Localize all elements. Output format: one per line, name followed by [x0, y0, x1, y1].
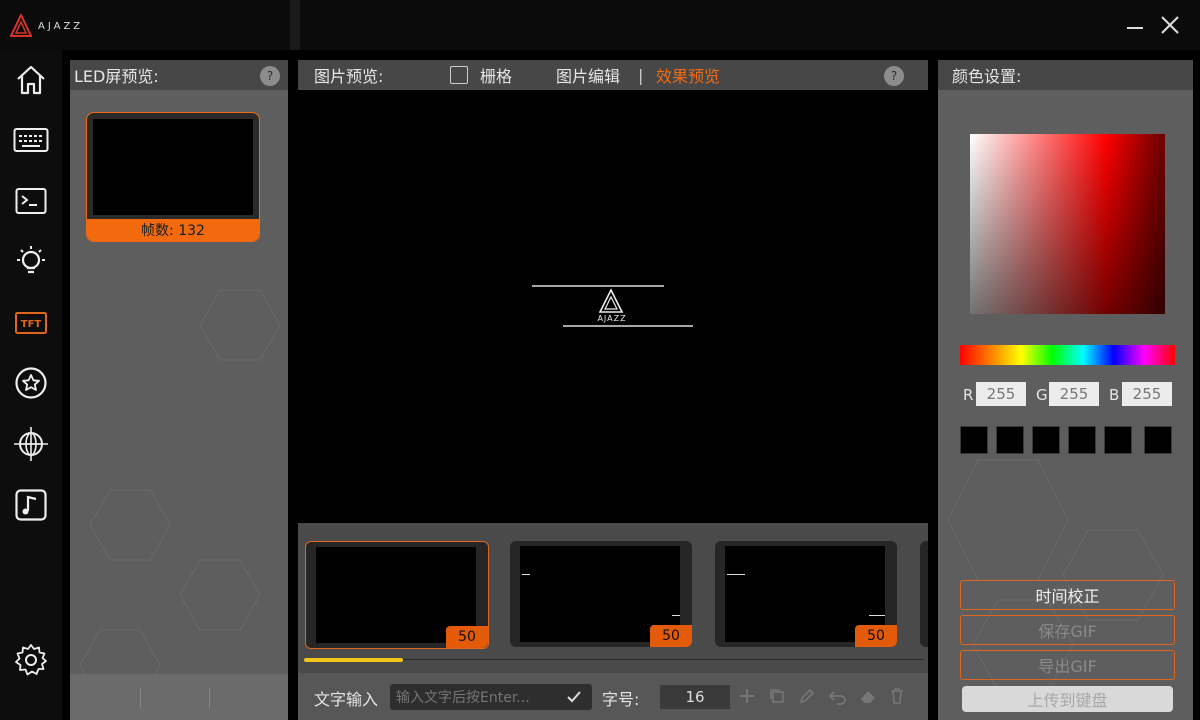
- tab-divider: |: [638, 65, 644, 85]
- sidebar: TFT: [0, 50, 62, 720]
- sidebar-item-favorites[interactable]: [11, 363, 51, 403]
- image-help-button[interactable]: ?: [884, 66, 904, 86]
- image-preview-canvas[interactable]: AJAZZ: [298, 90, 928, 523]
- led-panel-footer: [70, 674, 288, 720]
- music-icon: [15, 489, 47, 521]
- frame-count-label: 帧数: 132: [87, 219, 259, 241]
- upload-to-keyboard-button[interactable]: 上传到键盘: [962, 686, 1173, 712]
- frame-thumbnail[interactable]: 50: [510, 541, 692, 647]
- color-panel-title: 颜色设置:: [952, 67, 1022, 86]
- close-icon: [1161, 16, 1179, 34]
- font-size-label: 字号:: [602, 690, 640, 709]
- add-icon[interactable]: [738, 687, 756, 705]
- lightbulb-icon: [17, 246, 45, 274]
- color-settings-panel: 颜色设置: R 255 G 255 B 255 时间校正 保存GIF 导出GIF…: [938, 60, 1193, 720]
- ajazz-logo-icon: [10, 14, 32, 37]
- footer-divider: [140, 688, 141, 708]
- home-icon: [17, 65, 45, 95]
- frame-delay-badge: 50: [446, 626, 488, 648]
- preview-logo-graphic: [532, 285, 693, 327]
- color-swatch[interactable]: [1068, 426, 1096, 454]
- font-size-input[interactable]: 16: [660, 685, 730, 709]
- minimize-button[interactable]: [1120, 10, 1150, 40]
- sidebar-item-network[interactable]: [11, 424, 51, 464]
- led-help-button[interactable]: ?: [260, 66, 280, 86]
- star-circle-icon: [15, 367, 47, 399]
- undo-icon[interactable]: [828, 687, 848, 705]
- hue-slider[interactable]: [960, 345, 1175, 365]
- g-label: G: [1036, 386, 1048, 404]
- sidebar-item-terminal[interactable]: [11, 181, 51, 221]
- sidebar-item-lighting[interactable]: [11, 242, 51, 282]
- keyboard-icon: [13, 128, 49, 152]
- settings-button[interactable]: [11, 640, 51, 680]
- grid-checkbox-label[interactable]: 栅格: [480, 63, 512, 87]
- pencil-icon[interactable]: [798, 687, 816, 705]
- led-panel-title: LED屏预览:: [74, 67, 159, 86]
- app-logo: AJAZZ: [10, 14, 83, 38]
- save-gif-button[interactable]: 保存GIF: [960, 615, 1175, 645]
- tab-effect-preview[interactable]: 效果预览: [656, 63, 720, 87]
- led-panel-header: LED屏预览:: [70, 60, 288, 90]
- time-calibration-button[interactable]: 时间校正: [960, 580, 1175, 610]
- text-input-label: 文字输入: [314, 690, 379, 709]
- color-swatch[interactable]: [1104, 426, 1132, 454]
- title-bar-divider: [290, 0, 300, 50]
- sidebar-item-tft[interactable]: TFT: [11, 303, 51, 343]
- color-swatch[interactable]: [1032, 426, 1060, 454]
- text-input-bar: 文字输入 字号: 16: [298, 673, 928, 720]
- copy-icon[interactable]: [768, 687, 786, 705]
- led-preview-panel: LED屏预览: ? 帧数: 132: [70, 60, 288, 720]
- color-swatch[interactable]: [960, 426, 988, 454]
- frame-delay-badge: 50: [855, 625, 897, 647]
- sidebar-item-home[interactable]: [11, 60, 51, 100]
- tft-icon-label: TFT: [21, 319, 42, 330]
- frame-thumbnail-strip: 50 50 50: [298, 523, 928, 673]
- frame-thumbnail[interactable]: 50: [715, 541, 897, 647]
- tab-image-edit[interactable]: 图片编辑: [556, 63, 620, 87]
- r-label: R: [963, 386, 974, 404]
- preview-logo-text: AJAZZ: [597, 314, 627, 323]
- led-frame-screen: [93, 119, 253, 215]
- frame-thumbnail-partial[interactable]: [920, 541, 928, 647]
- confirm-check-icon[interactable]: [566, 689, 582, 705]
- app-logo-text: AJAZZ: [38, 20, 84, 32]
- g-input[interactable]: 255: [1049, 382, 1099, 406]
- frame-thumbnail[interactable]: 50: [305, 541, 489, 649]
- sidebar-item-music[interactable]: [11, 485, 51, 525]
- export-gif-button[interactable]: 导出GIF: [960, 650, 1175, 680]
- close-button[interactable]: [1155, 10, 1185, 40]
- color-swatch[interactable]: [1144, 426, 1172, 454]
- image-panel-header: 图片预览: 栅格 图片编辑 | 效果预览: [298, 60, 928, 90]
- b-label: B: [1109, 386, 1120, 404]
- globe-icon: [14, 427, 48, 461]
- led-frame-card[interactable]: 帧数: 132: [86, 112, 260, 242]
- frame-delay-badge: 50: [650, 625, 692, 647]
- image-panel-title: 图片预览:: [314, 67, 384, 86]
- terminal-icon: [15, 188, 47, 214]
- text-input-field[interactable]: [394, 686, 558, 710]
- r-input[interactable]: 255: [976, 382, 1026, 406]
- minimize-icon: [1127, 27, 1143, 29]
- b-input[interactable]: 255: [1122, 382, 1172, 406]
- sidebar-item-keyboard[interactable]: [11, 120, 51, 160]
- frame-progress-fill: [304, 658, 403, 662]
- tft-icon: TFT: [15, 312, 47, 334]
- image-preview-panel: 图片预览: 栅格 图片编辑 | 效果预览 ? AJAZZ 50 50 50 文字…: [298, 60, 928, 720]
- eraser-icon[interactable]: [858, 687, 878, 705]
- title-bar: AJAZZ: [0, 0, 1200, 50]
- trash-icon[interactable]: [888, 687, 906, 705]
- grid-checkbox[interactable]: [450, 66, 468, 84]
- text-input-box: [390, 684, 592, 710]
- saturation-value-picker[interactable]: [970, 134, 1165, 314]
- gear-icon: [15, 644, 47, 676]
- color-swatch[interactable]: [996, 426, 1024, 454]
- footer-divider: [209, 688, 210, 708]
- color-panel-header: 颜色设置:: [938, 60, 1193, 90]
